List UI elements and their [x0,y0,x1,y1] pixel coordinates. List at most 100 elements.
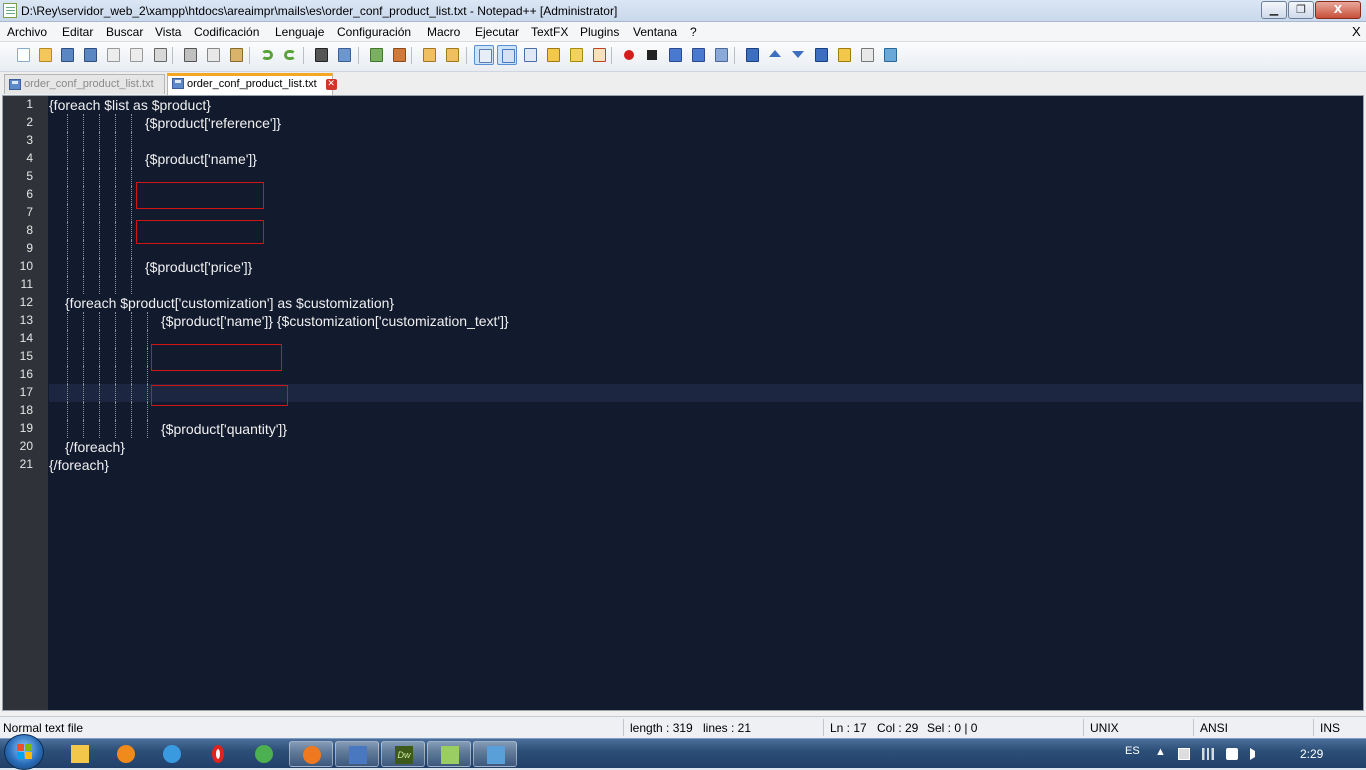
taskbar-firefox-button[interactable] [289,741,333,767]
usb-device-icon[interactable] [1226,748,1238,760]
taskbar-dreamweaver-button[interactable]: Dw [381,741,425,767]
indent-guide [99,186,100,204]
indent-guide [83,312,84,330]
taskbar-explorer-button[interactable] [58,741,102,767]
menu-configuracion[interactable]: Configuración [337,25,411,39]
folder-icon[interactable] [834,45,854,65]
expand-icon[interactable] [811,45,831,65]
taskbar-opera-button[interactable] [196,741,240,767]
code-line[interactable]: {foreach $list as $product} [49,96,1362,114]
taskbar-floppy-save-button[interactable] [335,741,379,767]
title-bar[interactable]: D:\Rey\servidor_web_2\xampp\htdocs\areai… [0,0,1366,22]
code-line[interactable]: {$product['reference']} [49,114,1362,132]
code-line[interactable] [49,132,1362,150]
menu-help[interactable]: ? [690,25,697,39]
menu-archivo[interactable]: Archivo [7,25,47,39]
tab-file-1[interactable]: order_conf_product_list.txt [4,74,165,94]
paste-icon[interactable] [226,45,246,65]
up-arrow-icon[interactable] [765,45,785,65]
tab-file-2-active[interactable]: order_conf_product_list.txt ✕ [167,73,337,95]
spell-check-icon[interactable] [857,45,877,65]
user-defined-language-icon[interactable] [543,45,563,65]
tab-close-icon[interactable]: ✕ [325,79,337,90]
record-macro-icon[interactable] [619,45,639,65]
sync-horizontal-icon[interactable] [442,45,462,65]
stop-macro-icon[interactable] [642,45,662,65]
clock-time[interactable]: 2:29 [1300,747,1323,761]
print-icon[interactable] [150,45,170,65]
find-icon[interactable] [311,45,331,65]
indent-guide [99,114,100,132]
language-indicator[interactable]: ES [1125,745,1140,757]
redo-icon[interactable] [280,45,300,65]
taskbar-image-viewer-button[interactable] [473,741,517,767]
close-document-x[interactable]: X [1352,24,1361,39]
menu-editar[interactable]: Editar [62,25,93,39]
minimize-button[interactable]: ▁ [1261,1,1287,19]
taskbar-avast-button[interactable] [104,741,148,767]
replace-icon[interactable] [334,45,354,65]
status-divider [1083,719,1084,736]
abc-check-icon[interactable] [880,45,900,65]
play-macro-icon[interactable] [665,45,685,65]
length-status: length : 319 [630,721,693,735]
windows-taskbar: Dw ES ▲ 2:29 [0,734,1366,770]
close-all-icon[interactable] [126,45,146,65]
show-all-chars-icon[interactable] [497,45,517,65]
editor-area[interactable]: 1 2 3 4 5 6 7 8 9 10 11 12 13 14 15 16 17 18 19 20 21 {forea… [2,95,1364,711]
action-center-flag-icon[interactable] [1178,748,1190,760]
taskbar-chrome-button[interactable] [242,741,286,767]
menu-buscar[interactable]: Buscar [106,25,143,39]
code-line[interactable]: {$product['name']} [49,150,1362,168]
start-button[interactable] [4,734,44,770]
cut-icon[interactable] [180,45,200,65]
run-macro-multiple-icon[interactable] [688,45,708,65]
menu-ejecutar[interactable]: Ejecutar [475,25,519,39]
menu-ventana[interactable]: Ventana [633,25,677,39]
indent-guide-icon[interactable] [520,45,540,65]
show-hidden-icons-arrow[interactable]: ▲ [1155,746,1166,758]
save-all-icon[interactable] [80,45,100,65]
windows-logo-icon [17,744,33,760]
menu-textfx[interactable]: TextFX [531,25,568,39]
line-number: 17 [19,385,33,399]
zoom-in-icon[interactable] [366,45,386,65]
new-file-icon[interactable] [13,45,33,65]
document-map-icon[interactable] [566,45,586,65]
volume-speaker-icon[interactable] [1250,748,1262,760]
collapse-icon[interactable] [742,45,762,65]
indent-guide [67,258,68,276]
code-line[interactable]: {/foreach} [49,456,1362,474]
code-line[interactable]: {$product['quantity']} [49,420,1362,438]
function-list-icon[interactable] [589,45,609,65]
line-number: 5 [26,169,33,183]
copy-icon[interactable] [203,45,223,65]
save-icon[interactable] [57,45,77,65]
code-line[interactable]: {foreach $product['customization'] as $c… [49,294,1362,312]
network-signal-icon[interactable] [1202,748,1214,760]
code-line[interactable]: {/foreach} [49,438,1362,456]
menu-lenguaje[interactable]: Lenguaje [275,25,324,39]
sync-vertical-icon[interactable] [419,45,439,65]
close-window-button[interactable]: X [1315,1,1361,19]
open-file-icon[interactable] [35,45,55,65]
code-text: {$product['reference']} [145,115,282,131]
down-arrow-icon[interactable] [788,45,808,65]
menu-macro[interactable]: Macro [427,25,460,39]
zoom-out-icon[interactable] [389,45,409,65]
taskbar-notepadpp-button[interactable] [427,741,471,767]
maximize-button[interactable]: ❐ [1288,1,1314,19]
word-wrap-icon[interactable] [474,45,494,65]
close-icon[interactable] [103,45,123,65]
code-line[interactable]: {$product['price']} [49,258,1362,276]
save-macro-icon[interactable] [711,45,731,65]
menu-vista[interactable]: Vista [155,25,181,39]
menu-codificacion[interactable]: Codificación [194,25,259,39]
undo-icon[interactable] [257,45,277,65]
code-line[interactable]: {$product['name']} {$customization['cust… [49,312,1362,330]
menu-plugins[interactable]: Plugins [580,25,619,39]
taskbar-internet-explorer-button[interactable] [150,741,194,767]
code-line[interactable] [49,276,1362,294]
indent-guide [115,276,116,294]
indent-guide [83,366,84,384]
